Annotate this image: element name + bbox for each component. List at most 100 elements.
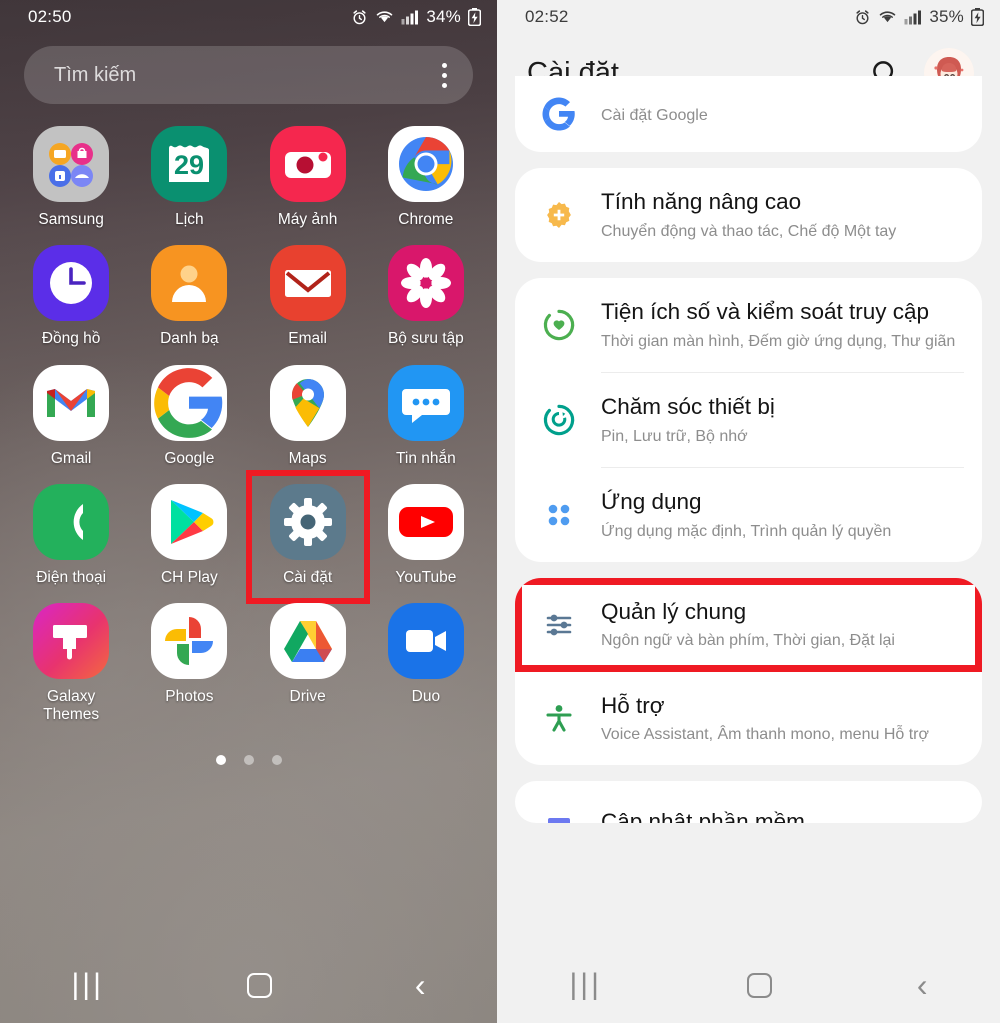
page-dot-2[interactable]	[243, 754, 254, 765]
play-store-icon	[151, 483, 228, 560]
search-bar[interactable]: Tìm kiếm	[24, 46, 473, 104]
recents-icon[interactable]: |||	[71, 968, 103, 1002]
settings-row-title: Tính năng nâng cao	[601, 189, 802, 214]
google-g-icon	[537, 96, 581, 132]
app-item-dien-thoai[interactable]: Điện thoại	[12, 483, 130, 587]
app-item-drive[interactable]: Drive	[249, 603, 367, 725]
settings-row-subtitle: Pin, Lưu trữ, Bộ nhớ	[601, 427, 748, 445]
settings-row-title: Tiện ích số và kiểm soát truy cập	[601, 298, 930, 324]
settings-row-google[interactable]: Cài đặt Google	[515, 76, 982, 152]
settings-card-group-3: Tiện ích số và kiểm soát truy cập Thời g…	[515, 277, 982, 562]
google-icon	[151, 364, 228, 441]
app-label: Lịch	[175, 211, 204, 228]
settings-row-text: Cập nhật phần mềm	[601, 808, 960, 823]
settings-row-digital-wellbeing[interactable]: Tiện ích số và kiểm soát truy cập Thời g…	[515, 278, 982, 372]
status-icons: 34%	[351, 7, 481, 27]
settings-row-title: Chăm sóc thiết bị	[601, 393, 775, 419]
app-label: Duo	[411, 688, 441, 706]
app-item-danh-ba[interactable]: Danh bạ	[130, 245, 248, 348]
google-duo-icon	[387, 603, 464, 680]
app-item-lich[interactable]: 29 Lịch	[130, 126, 248, 229]
page-indicator-dots[interactable]	[0, 754, 497, 765]
app-label: Chrome	[398, 211, 454, 228]
app-item-chrome[interactable]: Chrome	[367, 126, 485, 229]
settings-row-text: Ứng dụng Ứng dụng mặc định, Trình quản l…	[601, 488, 960, 542]
settings-row-text: Tiện ích số và kiểm soát truy cập Thời g…	[601, 298, 960, 352]
page-dot-3[interactable]	[271, 754, 282, 765]
samsung-folder-icon	[33, 126, 110, 202]
app-grid: Samsung 29 Lịch Máy ảnh Chrome Đồng hồ D…	[0, 126, 497, 725]
app-label: YouTube	[395, 568, 457, 586]
settings-row-general-management[interactable]: Quản lý chung Ngôn ngữ và bàn phím, Thời…	[515, 577, 982, 672]
settings-row-subtitle: Ứng dụng mặc định, Trình quản lý quyền	[601, 522, 892, 540]
settings-row-software-update[interactable]: Cập nhật phần mềm	[515, 781, 982, 824]
app-item-galaxy-themes[interactable]: Galaxy Themes	[12, 603, 130, 725]
settings-row-subtitle: Thời gian màn hình, Đếm giờ ứng dụng, Th…	[601, 332, 956, 350]
app-item-samsung[interactable]: Samsung	[12, 126, 130, 229]
wifi-icon	[377, 11, 393, 23]
phone-icon	[33, 483, 110, 560]
recents-icon[interactable]: |||	[569, 968, 601, 1002]
google-photos-icon	[151, 603, 228, 680]
settings-row-accessibility[interactable]: Hỗ trợ Voice Assistant, Âm thanh mono, m…	[515, 672, 982, 766]
home-icon[interactable]	[746, 972, 772, 998]
app-label: Email	[288, 330, 327, 348]
search-placeholder: Tìm kiếm	[54, 63, 137, 86]
page-dot-1[interactable]	[215, 754, 226, 765]
app-label: Drive	[289, 688, 326, 706]
settings-row-subtitle: Chuyển động và thao tác, Chế độ Một tay	[601, 222, 897, 240]
wifi-icon	[880, 11, 896, 23]
settings-row-subtitle: Cài đặt Google	[601, 107, 708, 125]
back-icon[interactable]: ‹	[415, 969, 426, 1001]
app-item-maps[interactable]: Maps	[249, 364, 367, 468]
kebab-menu-icon[interactable]	[438, 57, 451, 94]
settings-row-advanced-features[interactable]: Tính năng nâng cao Chuyển động và thao t…	[515, 168, 982, 262]
settings-row-subtitle: Voice Assistant, Âm thanh mono, menu Hỗ …	[601, 726, 929, 744]
app-item-bo-suu-tap[interactable]: Bộ sưu tập	[367, 245, 485, 348]
alarm-icon	[353, 9, 366, 24]
battery-charging-icon	[971, 8, 984, 26]
app-item-tin-nhan[interactable]: Tin nhắn	[367, 364, 485, 468]
app-item-youtube[interactable]: YouTube	[367, 483, 485, 587]
app-item-photos[interactable]: Photos	[130, 603, 248, 725]
app-item-email[interactable]: Email	[249, 245, 367, 348]
galaxy-themes-icon	[33, 603, 110, 680]
status-time: 02:50	[28, 7, 72, 26]
app-label: Photos	[165, 688, 214, 706]
app-label: Gmail	[50, 449, 92, 467]
app-item-ch-play[interactable]: CH Play	[130, 483, 248, 587]
digital-wellbeing-icon	[537, 308, 581, 342]
device-care-icon	[537, 403, 581, 437]
back-icon[interactable]: ‹	[917, 969, 928, 1001]
app-item-google[interactable]: Google	[130, 364, 248, 468]
app-item-dong-ho[interactable]: Đồng hồ	[12, 245, 130, 348]
settings-row-title: Hỗ trợ	[601, 692, 665, 718]
apps-grid-icon	[537, 500, 581, 530]
app-label: Máy ảnh	[277, 211, 338, 228]
settings-row-apps[interactable]: Ứng dụng Ứng dụng mặc định, Trình quản l…	[515, 468, 982, 562]
settings-row-text: Hỗ trợ Voice Assistant, Âm thanh mono, m…	[601, 692, 960, 746]
settings-row-text: Tính năng nâng cao Chuyển động và thao t…	[601, 188, 960, 242]
status-time: 02:52	[525, 7, 569, 26]
app-item-cai-dat[interactable]: Cài đặt	[245, 469, 370, 604]
settings-row-subtitle: Ngôn ngữ và bàn phím, Thời gian, Đặt lại	[601, 632, 895, 650]
settings-row-text: Quản lý chung Ngôn ngữ và bàn phím, Thời…	[601, 598, 960, 652]
home-icon[interactable]	[246, 972, 272, 998]
alarm-icon	[856, 9, 869, 24]
calendar-icon: 29	[151, 126, 228, 202]
app-label: CH Play	[160, 568, 218, 586]
app-label: Danh bạ	[160, 330, 219, 348]
settings-gear-icon	[269, 483, 346, 560]
clock-icon	[33, 245, 110, 322]
app-label: Google	[164, 449, 215, 467]
app-item-duo[interactable]: Duo	[367, 603, 485, 725]
chrome-icon	[387, 126, 464, 202]
app-label: Maps	[288, 449, 327, 467]
settings-row-device-care[interactable]: Chăm sóc thiết bị Pin, Lưu trữ, Bộ nhớ	[515, 373, 982, 467]
app-item-may-anh[interactable]: Máy ảnh	[249, 126, 367, 229]
settings-list: Cài đặt Google Tính năng nâng cao Chuyển…	[497, 76, 1000, 824]
app-item-gmail[interactable]: Gmail	[12, 364, 130, 468]
settings-card-group-4: Quản lý chung Ngôn ngữ và bàn phím, Thời…	[515, 577, 982, 766]
signal-icon	[401, 10, 419, 24]
settings-row-title: Ứng dụng	[601, 488, 702, 514]
